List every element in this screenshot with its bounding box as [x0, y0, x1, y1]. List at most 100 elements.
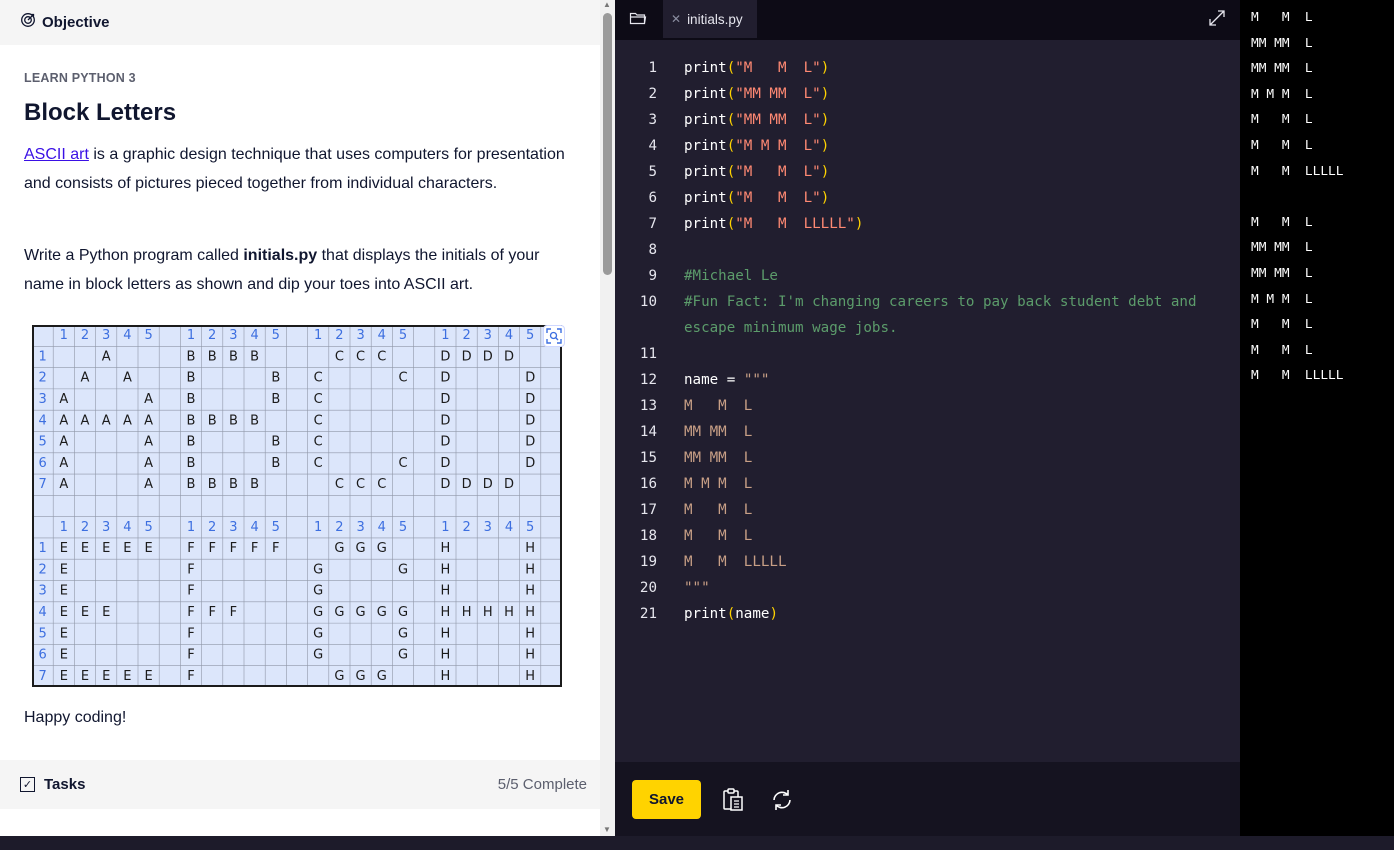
instruction-text-pre: Write a Python program called — [24, 247, 244, 264]
code-line[interactable]: 2 print("MM MM L") — [615, 81, 1240, 107]
grid-glyph: B — [250, 413, 259, 428]
grid-glyph: G — [334, 669, 344, 684]
grid-glyph: G — [313, 584, 323, 599]
code-token: print — [684, 138, 727, 154]
code-line[interactable]: 14 MM MM L — [615, 419, 1240, 445]
tab-initials-py[interactable]: ✕ initials.py — [663, 0, 757, 38]
scroll-up-icon[interactable]: ▲ — [603, 0, 611, 9]
code-text: print("M M M L") — [657, 133, 829, 159]
grid-glyph: H — [441, 626, 451, 641]
code-line[interactable]: 9 #Michael Le — [615, 263, 1240, 289]
scroll-down-icon[interactable]: ▼ — [603, 825, 611, 834]
code-text: print("M M LLLLL") — [657, 211, 863, 237]
code-token: print — [684, 216, 727, 232]
grid-glyph: 5 — [399, 520, 407, 535]
code-text: M M L — [657, 523, 752, 549]
grid-glyph: B — [187, 477, 196, 492]
output-line: M M LLLLL — [1251, 163, 1344, 179]
code-line[interactable]: 18 M M L — [615, 523, 1240, 549]
code-line[interactable]: 12 name = """ — [615, 367, 1240, 393]
tab-label: initials.py — [687, 11, 743, 27]
grid-glyph: D — [440, 435, 450, 450]
tasks-bar[interactable]: ✓ Tasks 5/5 Complete — [0, 760, 600, 809]
code-line[interactable]: 15 MM MM L — [615, 445, 1240, 471]
grid-glyph: 3 — [229, 520, 237, 535]
code-line[interactable]: 8 — [615, 237, 1240, 263]
code-token: ) — [854, 216, 864, 232]
line-number: 4 — [648, 138, 657, 154]
code-line[interactable]: 13 M M L — [615, 393, 1240, 419]
code-line[interactable]: 6 print("M M L") — [615, 185, 1240, 211]
grid-glyph: F — [230, 605, 237, 620]
grid-glyph: 1 — [314, 520, 322, 535]
code-line[interactable]: 1 print("M M L") — [615, 55, 1240, 81]
grid-glyph: G — [313, 562, 323, 577]
grid-glyph: 4 — [505, 328, 513, 343]
page-title: Block Letters — [24, 99, 177, 126]
code-text: #Fun Fact: I'm changing careers to pay b… — [657, 289, 1197, 315]
code-token: ( — [726, 216, 736, 232]
code-line[interactable]: 4 print("M M M L") — [615, 133, 1240, 159]
code-text: print("MM MM L") — [657, 107, 829, 133]
code-text: #Michael Le — [657, 263, 778, 289]
code-text: print(name) — [657, 601, 778, 627]
line-number — [615, 315, 657, 341]
grid-glyph: B — [187, 456, 196, 471]
grid-glyph: C — [398, 456, 407, 471]
code-token: ) — [820, 164, 830, 180]
code-token: escape minimum wage jobs. — [684, 320, 898, 336]
code-token: M M L — [684, 502, 753, 518]
grid-glyph: B — [250, 349, 259, 364]
code-line[interactable]: 5 print("M M L") — [615, 159, 1240, 185]
grid-glyph: 7 — [38, 669, 46, 684]
ascii-art-link[interactable]: ASCII art — [24, 146, 89, 163]
grid-glyph: E — [123, 541, 131, 556]
grid-glyph: D — [504, 477, 514, 492]
editor-tab-bar: ✕ initials.py — [615, 0, 1240, 40]
code-text: M M L — [657, 393, 752, 419]
code-line[interactable]: 10 #Fun Fact: I'm changing careers to pay… — [615, 289, 1240, 315]
grid-glyph: 1 — [314, 328, 322, 343]
code-line[interactable]: 21 print(name) — [615, 601, 1240, 627]
output-terminal[interactable]: M M L MM MM L MM MM L M M M L M M L M M L M M … — [1240, 0, 1394, 836]
folder-icon[interactable] — [629, 10, 647, 31]
output-line: M M L — [1251, 112, 1313, 128]
code-line[interactable]: 3 print("MM MM L") — [615, 107, 1240, 133]
grid-glyph: A — [144, 413, 153, 428]
expand-icon[interactable] — [1208, 9, 1226, 32]
clipboard-icon[interactable] — [720, 787, 746, 818]
code-line[interactable]: escape minimum wage jobs. — [615, 315, 1240, 341]
grid-glyph: 1 — [187, 328, 195, 343]
save-button[interactable]: Save — [632, 780, 701, 819]
code-token: ( — [726, 190, 736, 206]
grid-glyph: D — [440, 456, 450, 471]
objective-label: Objective — [42, 14, 110, 31]
code-line[interactable]: 17 M M L — [615, 497, 1240, 523]
grid-glyph: F — [187, 648, 194, 663]
grid-glyph: D — [525, 413, 535, 428]
grid-glyph: 1 — [38, 349, 46, 364]
refresh-icon[interactable] — [769, 787, 795, 818]
grid-glyph: B — [187, 435, 196, 450]
zoom-icon[interactable] — [543, 325, 565, 347]
code-token: "M M L" — [735, 164, 821, 180]
grid-glyph: B — [229, 349, 238, 364]
output-line: M M L — [1251, 214, 1313, 230]
line-number: 12 — [639, 372, 657, 388]
footer-bar — [0, 836, 1394, 850]
code-line[interactable]: 19 M M LLLLL — [615, 549, 1240, 575]
line-number: 18 — [639, 528, 657, 544]
close-icon[interactable]: ✕ — [671, 12, 681, 26]
grid-glyph: 5 — [399, 328, 407, 343]
grid-glyph: E — [60, 541, 68, 556]
code-line[interactable]: 20 """ — [615, 575, 1240, 601]
code-line[interactable]: 7 print("M M LLLLL") — [615, 211, 1240, 237]
code-area[interactable]: 1 print("M M L") 2 print("MM MM L") 3 print("… — [615, 55, 1240, 627]
grid-glyph: D — [483, 477, 493, 492]
grid-background — [32, 325, 562, 687]
code-line[interactable]: 16 M M M L — [615, 471, 1240, 497]
code-line[interactable]: 11 — [615, 341, 1240, 367]
lesson-scrollbar[interactable]: ▲ ▼ — [600, 0, 615, 836]
scrollbar-thumb[interactable] — [603, 13, 612, 275]
grid-glyph: D — [440, 477, 450, 492]
